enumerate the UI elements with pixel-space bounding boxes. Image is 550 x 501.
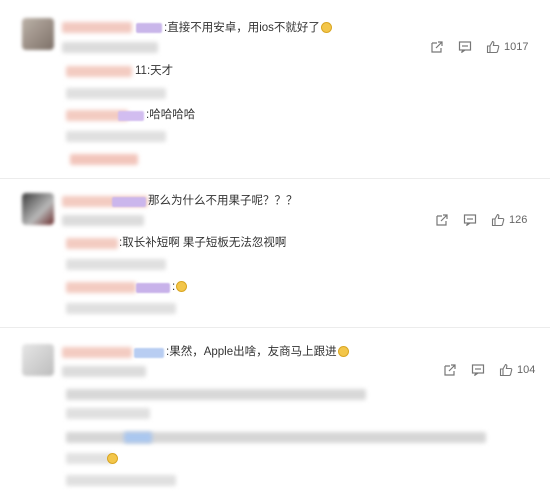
user-badge (118, 111, 144, 121)
reply-text: : (172, 280, 188, 294)
like-count: 126 (509, 214, 528, 226)
comment-icon[interactable] (463, 213, 477, 227)
smiley-emoji-icon (337, 346, 349, 357)
reply-text: :取长补短啊 果子短板无法忽视啊 (119, 237, 287, 249)
comment-text: 那么为什么不用果子呢？？？ (148, 195, 298, 207)
comment-item: :果然，Apple出啥，友商马上跟进 104 (0, 328, 550, 501)
like-count: 1017 (504, 41, 529, 53)
avatar[interactable] (22, 18, 54, 50)
comment-item: :直接不用安卓，用ios不就好了 1017 11:天才 :哈哈哈哈 (0, 0, 550, 178)
reply-username[interactable] (66, 282, 136, 293)
comment-item: 那么为什么不用果子呢？？？ 126 :取长补短啊 果子短板无法忽视啊 : (0, 179, 550, 327)
reply-text: :哈哈哈哈 (146, 109, 196, 121)
smiley-emoji-icon (176, 281, 188, 292)
share-icon[interactable] (435, 213, 449, 227)
like-button[interactable]: 126 (491, 213, 527, 227)
comment-timestamp (62, 215, 144, 226)
like-button[interactable]: 1017 (486, 40, 528, 54)
reply-text: 11:天才 (135, 65, 174, 77)
share-icon[interactable] (430, 40, 444, 54)
like-count: 104 (517, 364, 536, 376)
user-badge (136, 23, 162, 33)
thumbs-up-icon (486, 40, 500, 54)
user-badge (136, 283, 170, 293)
thumbs-up-icon (491, 213, 505, 227)
reply-username[interactable] (66, 238, 118, 249)
comment-icon[interactable] (458, 40, 472, 54)
avatar[interactable] (22, 344, 54, 376)
more-replies-link[interactable] (70, 154, 138, 165)
reply-timestamp (66, 88, 166, 99)
comment-text: :直接不用安卓，用ios不就好了 (164, 21, 332, 35)
like-button[interactable]: 104 (499, 363, 535, 377)
user-badge (112, 197, 146, 207)
reply-timestamp (66, 131, 166, 142)
reply-timestamp (66, 259, 166, 270)
reply-text-obscured (66, 389, 366, 400)
user-badge (134, 348, 164, 358)
avatar[interactable] (22, 193, 54, 225)
share-icon[interactable] (443, 363, 457, 377)
thumbs-up-icon (499, 363, 513, 377)
smiley-emoji-icon (107, 453, 118, 464)
username[interactable] (62, 347, 132, 358)
comment-timestamp (62, 366, 146, 377)
reply-timestamp (66, 408, 150, 419)
reply-username[interactable] (66, 66, 132, 77)
smiley-emoji-icon (320, 22, 332, 33)
comment-actions: 126 (435, 213, 527, 227)
reply-timestamp (66, 453, 112, 464)
comment-actions: 104 (443, 363, 535, 377)
reply-link-obscured[interactable] (124, 432, 152, 443)
comment-actions: 1017 (430, 40, 528, 54)
reply-text-obscured (66, 475, 176, 486)
comment-icon[interactable] (471, 363, 485, 377)
comment-timestamp (62, 42, 158, 53)
comment-text: :果然，Apple出啥，友商马上跟进 (166, 345, 349, 359)
username[interactable] (62, 22, 132, 33)
reply-timestamp (66, 303, 176, 314)
